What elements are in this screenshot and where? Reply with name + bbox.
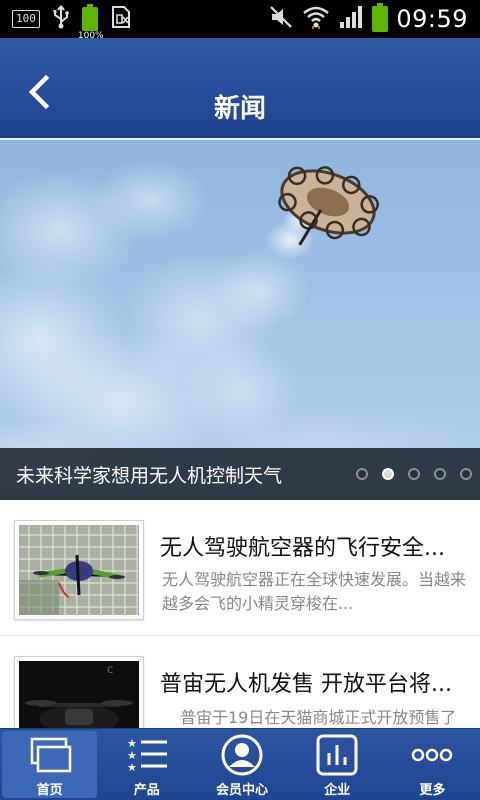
battery-icon — [372, 3, 389, 32]
usb-icon — [52, 5, 70, 33]
tab-home[interactable]: 首页 — [2, 731, 98, 798]
chart-icon — [315, 733, 359, 777]
app-root: 100 100% 09:59 新闻 未来科学家想用无人机控制天气 无人驾驶航空器… — [0, 0, 480, 800]
news-banner[interactable]: 未来科学家想用无人机控制天气 — [0, 140, 480, 500]
tab-products[interactable]: ★ ★ ★ 产品 — [99, 729, 194, 800]
banner-caption: 未来科学家想用无人机控制天气 — [0, 448, 480, 500]
list-stars-icon: ★ ★ ★ — [125, 733, 169, 777]
pager-dot[interactable] — [382, 468, 394, 480]
tab-more[interactable]: 更多 — [385, 729, 480, 800]
tab-label: 更多 — [419, 783, 446, 798]
news-description: 无人驾驶航空器正在全球快速发展。当越来越多会飞的小精灵穿梭在... — [162, 570, 467, 613]
news-thumbnail: C — [14, 656, 144, 728]
drone-dark-photo-icon: C — [19, 661, 139, 728]
banner-image — [0, 160, 480, 500]
home-windows-icon — [28, 735, 72, 777]
app-header: 新闻 — [0, 38, 480, 138]
news-title: 普宙无人机发售 开放平台将... — [160, 672, 452, 697]
drone-photo-icon — [19, 525, 139, 615]
news-list: 无人驾驶航空器的飞行安全... 无人驾驶航空器正在全球快速发展。当越来越多会飞的… — [0, 500, 480, 728]
tab-label: 企业 — [324, 783, 351, 798]
list-item[interactable]: 无人驾驶航空器的飞行安全... 无人驾驶航空器正在全球快速发展。当越来越多会飞的… — [0, 500, 480, 636]
pager-dot[interactable] — [356, 468, 368, 480]
notification-badge: 100 — [12, 10, 40, 28]
wifi-icon — [302, 4, 330, 34]
tab-label: 首页 — [36, 783, 63, 798]
status-bar-right: 09:59 — [268, 3, 468, 34]
status-bar: 100 100% 09:59 — [0, 0, 480, 41]
news-thumbnail — [14, 520, 144, 620]
banner-pager — [356, 468, 472, 480]
signal-icon — [338, 4, 364, 34]
pager-dot[interactable] — [434, 468, 446, 480]
user-icon — [220, 733, 264, 777]
svg-text:★: ★ — [127, 761, 137, 774]
tab-label: 会员中心 — [216, 783, 269, 798]
list-item[interactable]: C 普宙无人机发售 开放平台将... 普宙于19日在天猫商城正式开放预售了 — [0, 636, 480, 728]
tab-enterprise[interactable]: 企业 — [290, 729, 385, 800]
status-bar-left: 100 100% — [12, 4, 132, 41]
banner-title: 未来科学家想用无人机控制天气 — [16, 464, 283, 487]
bottom-tab-bar: 首页 ★ ★ ★ 产品 会员中心 企业 更多 — [0, 728, 480, 800]
tab-label: 产品 — [133, 783, 160, 798]
svg-text:C: C — [107, 666, 113, 676]
pager-dot[interactable] — [408, 468, 420, 480]
more-dots-icon — [410, 733, 454, 777]
pager-dot[interactable] — [460, 468, 472, 480]
sim-card-icon — [110, 5, 132, 33]
mute-icon — [268, 4, 294, 34]
news-title: 无人驾驶航空器的飞行安全... — [160, 536, 445, 561]
tab-member-center[interactable]: 会员中心 — [194, 729, 289, 800]
battery-full-icon: 100% — [78, 4, 104, 41]
clock: 09:59 — [396, 5, 468, 33]
news-description: 普宙于19日在天猫商城正式开放预售了 — [180, 708, 457, 727]
page-title: 新闻 — [213, 94, 266, 124]
